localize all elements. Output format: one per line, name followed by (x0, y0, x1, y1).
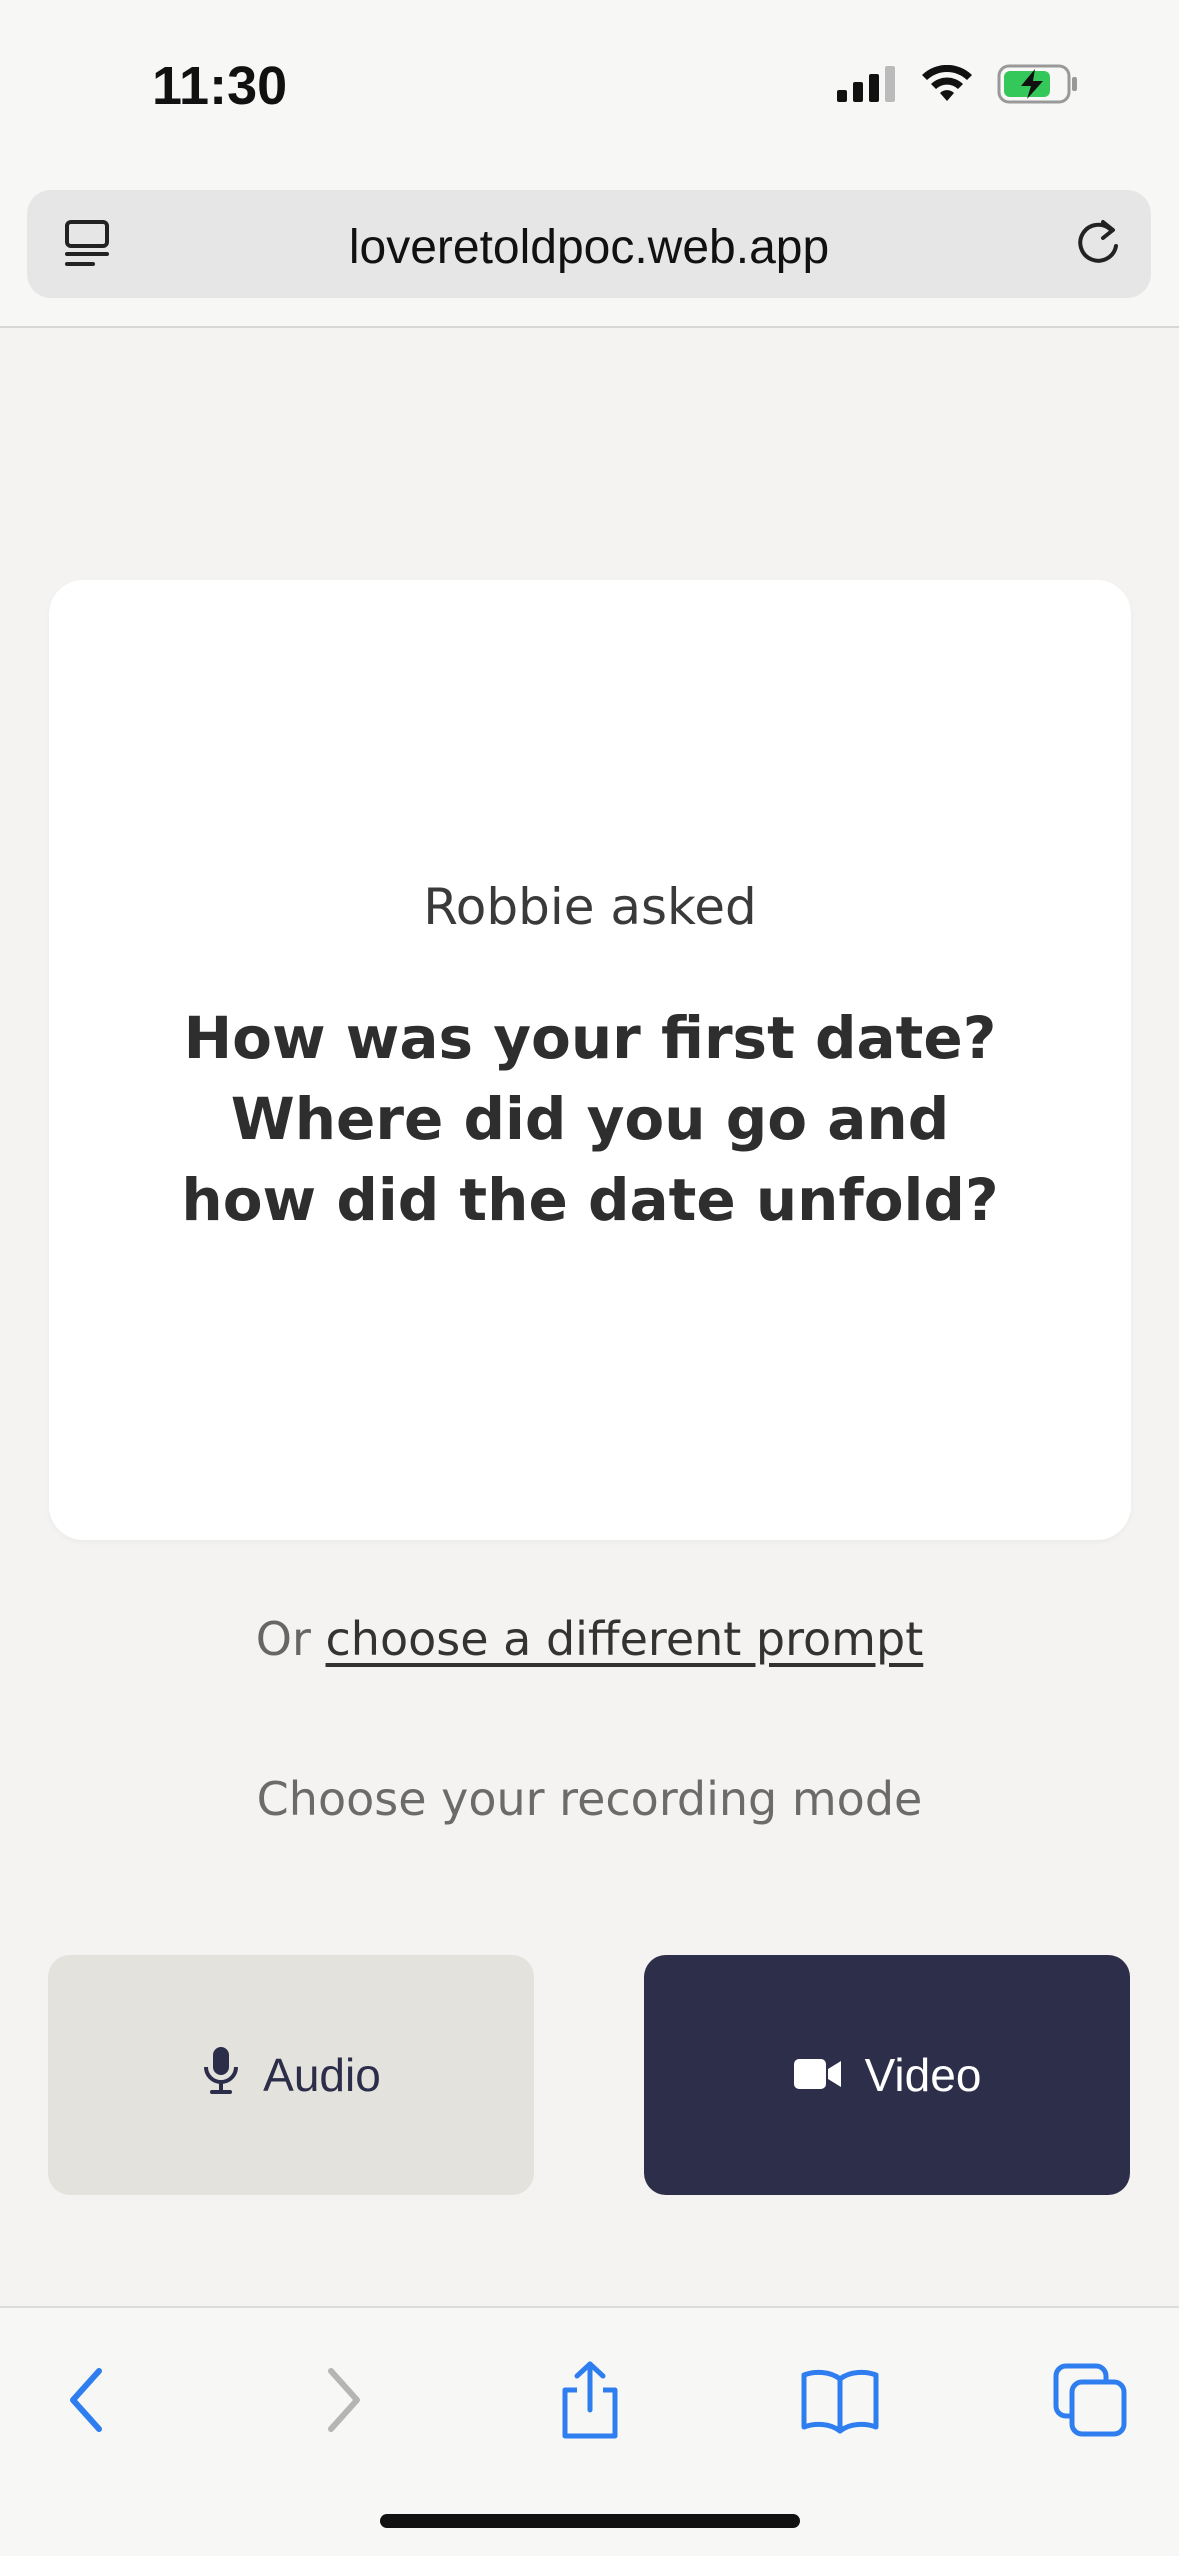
video-label: Video (864, 2049, 982, 2101)
microphone-icon (201, 2045, 241, 2106)
tabs-icon[interactable] (1040, 2350, 1140, 2450)
status-bar: 11:30 (0, 0, 1179, 180)
signal-icon (837, 66, 897, 107)
alternate-prompt-line: Or choose a different prompt (0, 1612, 1179, 1666)
wifi-icon (921, 64, 973, 108)
address-bar-area: loveretoldpoc.web.app (0, 180, 1179, 328)
recording-mode-label: Choose your recording mode (256, 1772, 923, 1826)
choose-different-prompt-link[interactable]: choose a different prompt (326, 1612, 924, 1666)
status-time: 11:30 (152, 56, 288, 116)
back-icon[interactable] (38, 2350, 138, 2450)
prompt-asker: Robbie asked (423, 878, 757, 936)
battery-charging-icon (997, 64, 1079, 109)
audio-button[interactable]: Audio (48, 1955, 534, 2195)
audio-label: Audio (263, 2049, 381, 2101)
home-indicator (380, 2514, 800, 2528)
address-bar[interactable]: loveretoldpoc.web.app (27, 190, 1151, 298)
forward-icon[interactable] (292, 2350, 392, 2450)
video-camera-icon (793, 2048, 843, 2102)
prompt-question: How was your first date? Where did you g… (181, 1004, 999, 1234)
url-text[interactable]: loveretoldpoc.web.app (27, 220, 1151, 275)
alternate-prefix: Or (255, 1612, 326, 1666)
bookmarks-icon[interactable] (790, 2350, 890, 2450)
prompt-card: Robbie asked How was your first date? Wh… (49, 580, 1131, 1540)
reload-icon[interactable] (1071, 216, 1125, 275)
video-button[interactable]: Video (644, 1955, 1130, 2195)
share-icon[interactable] (540, 2350, 640, 2450)
status-icons (837, 64, 1079, 109)
